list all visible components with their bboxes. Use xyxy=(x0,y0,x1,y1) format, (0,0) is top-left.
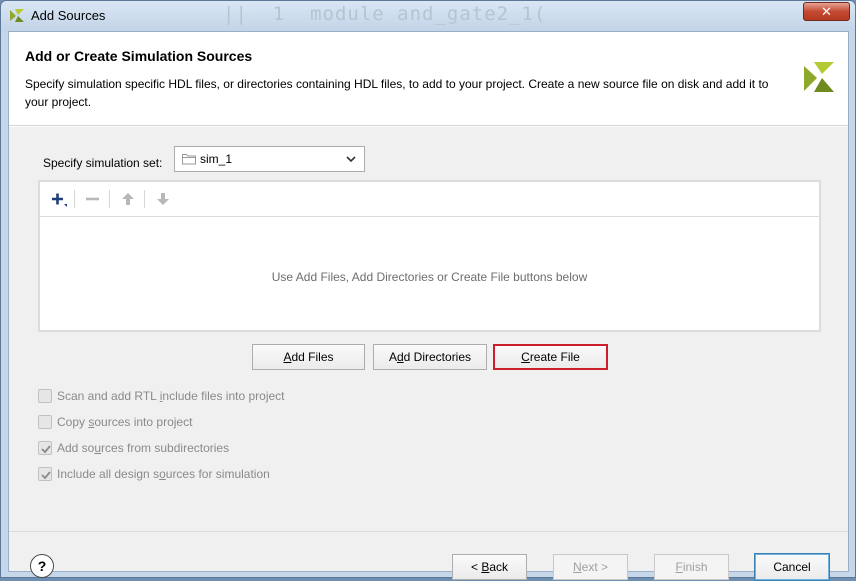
checkmark-icon xyxy=(41,471,51,480)
create-file-button[interactable]: Create File xyxy=(493,344,608,370)
button-label-text: reate File xyxy=(529,350,580,364)
option-copy-sources[interactable]: Copy sources into project xyxy=(38,414,338,432)
toolbar-separator xyxy=(109,190,110,208)
checkmark-icon xyxy=(41,445,51,454)
button-label-text: A xyxy=(388,350,397,364)
option-label: Scan and add RTL include files into proj… xyxy=(57,389,285,403)
dialog-content: Add or Create Simulation Sources Specify… xyxy=(8,31,849,581)
vivado-app-icon xyxy=(10,9,24,22)
button-label-text: inish xyxy=(682,560,708,574)
page-title: Add or Create Simulation Sources xyxy=(25,48,253,64)
toolbar-separator xyxy=(74,190,75,208)
source-file-list[interactable]: Use Add Files, Add Directories or Create… xyxy=(38,180,821,332)
button-label-text: ext > xyxy=(581,560,609,574)
file-list-toolbar xyxy=(40,182,819,217)
button-label-text: Cancel xyxy=(773,560,811,574)
add-sources-dialog: Add Sources || 1 module and_gate2_1( ✕ A… xyxy=(0,0,856,581)
option-add-subdirectories[interactable]: Add sources from subdirectories xyxy=(38,440,338,458)
header-panel: Add or Create Simulation Sources Specify… xyxy=(9,32,848,126)
move-down-icon[interactable] xyxy=(154,190,172,208)
checkbox[interactable] xyxy=(38,441,52,455)
add-files-button[interactable]: Add Files xyxy=(252,344,365,370)
help-button[interactable]: ? xyxy=(30,554,54,578)
remove-icon[interactable] xyxy=(84,190,102,208)
option-include-design-sources[interactable]: Include all design sources for simulatio… xyxy=(38,466,338,484)
next-button[interactable]: Next > xyxy=(553,554,628,580)
add-directories-button[interactable]: Add Directories xyxy=(373,344,487,370)
button-label-text: ack xyxy=(489,560,509,574)
option-label: Copy sources into project xyxy=(57,415,193,429)
background-editor-text: || 1 module and_gate2_1( xyxy=(223,3,547,25)
chevron-down-icon xyxy=(346,156,356,163)
close-button[interactable]: ✕ xyxy=(803,2,850,21)
checkbox[interactable] xyxy=(38,415,52,429)
toolbar-separator xyxy=(144,190,145,208)
close-icon: ✕ xyxy=(821,4,832,19)
button-mnemonic: d xyxy=(396,350,404,364)
button-mnemonic: F xyxy=(675,560,683,574)
checkbox[interactable] xyxy=(38,467,52,481)
body-panel: Specify simulation set: sim_1 Use Add Fi… xyxy=(9,127,848,581)
simulation-set-value: sim_1 xyxy=(200,152,233,166)
button-label-text: dd Files xyxy=(291,350,334,364)
option-label: Include all design sources for simulatio… xyxy=(57,467,270,481)
button-label-text: < xyxy=(470,560,482,574)
footer-divider xyxy=(9,531,848,532)
cancel-button[interactable]: Cancel xyxy=(754,553,830,581)
help-icon: ? xyxy=(37,558,47,574)
simulation-set-dropdown[interactable]: sim_1 xyxy=(174,146,365,172)
folder-icon xyxy=(182,154,196,165)
add-icon[interactable] xyxy=(49,190,67,208)
move-up-icon[interactable] xyxy=(119,190,137,208)
simulation-set-label: Specify simulation set: xyxy=(43,156,163,170)
checkbox[interactable] xyxy=(38,389,52,403)
button-mnemonic: N xyxy=(572,560,582,574)
title-bar[interactable]: Add Sources || 1 module and_gate2_1( ✕ xyxy=(1,1,855,31)
back-button[interactable]: < Back xyxy=(452,554,527,580)
page-description: Specify simulation specific HDL files, o… xyxy=(25,77,769,109)
option-label: Add sources from subdirectories xyxy=(57,441,230,455)
window-title: Add Sources xyxy=(31,8,106,23)
empty-list-message: Use Add Files, Add Directories or Create… xyxy=(271,270,588,284)
finish-button[interactable]: Finish xyxy=(654,554,729,580)
button-label-text: d Directories xyxy=(403,350,472,364)
button-mnemonic: C xyxy=(521,350,530,364)
vivado-logo-icon xyxy=(804,62,834,92)
option-scan-rtl-include[interactable]: Scan and add RTL include files into proj… xyxy=(38,388,338,406)
